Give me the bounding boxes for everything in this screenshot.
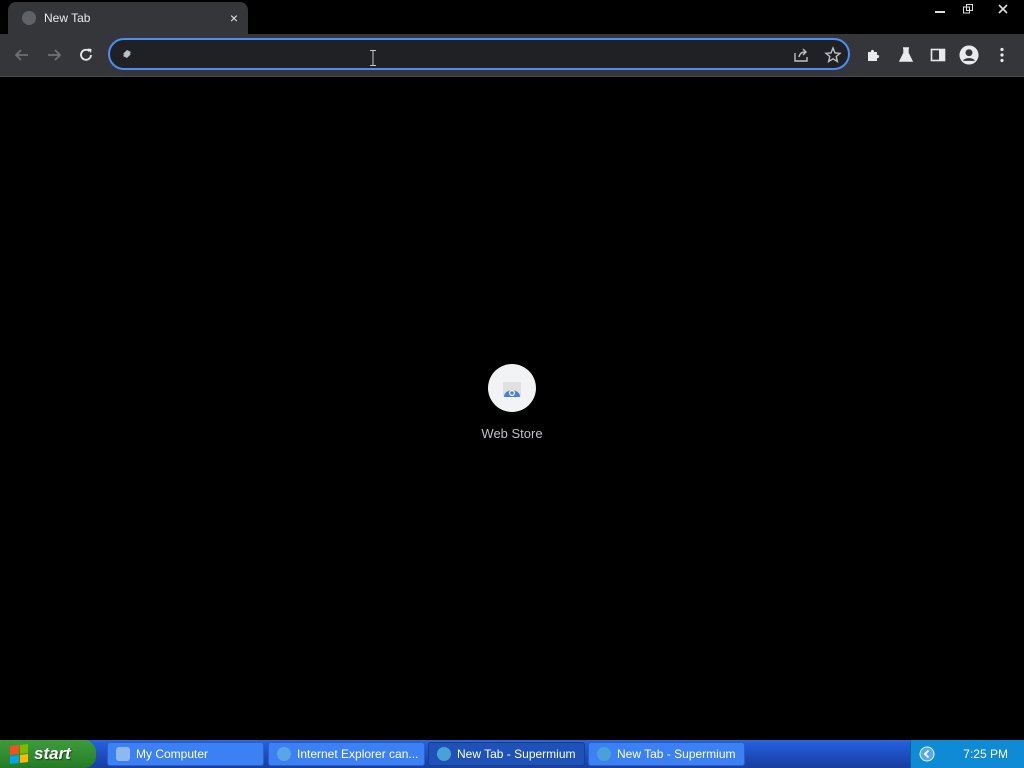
minimize-button[interactable] bbox=[926, 0, 954, 18]
toolbar bbox=[0, 34, 1024, 77]
new-tab-page: Web Store bbox=[0, 77, 1024, 740]
tab-strip: New Tab × bbox=[0, 0, 1024, 34]
share-icon[interactable] bbox=[792, 46, 810, 64]
kebab-menu-icon bbox=[1000, 47, 1004, 63]
restore-icon bbox=[963, 4, 973, 14]
taskbar-item-label: New Tab - Supermium bbox=[617, 747, 736, 761]
shortcut-label: Web Store bbox=[481, 426, 543, 441]
tab-title: New Tab bbox=[44, 11, 91, 25]
chevron-left-icon bbox=[919, 746, 935, 762]
supermium-icon bbox=[597, 747, 611, 761]
tab-close-button[interactable]: × bbox=[230, 11, 238, 25]
windows-logo-icon bbox=[10, 744, 28, 764]
taskbar-item-my-computer[interactable]: My Computer bbox=[107, 742, 264, 766]
puzzle-icon bbox=[868, 49, 880, 61]
shortcut-web-store[interactable]: Web Store bbox=[472, 364, 552, 441]
forward-arrow-icon bbox=[48, 49, 62, 61]
taskbar: start My Computer Internet Explorer can.… bbox=[0, 740, 1024, 768]
side-panel-icon bbox=[930, 48, 946, 62]
address-input[interactable] bbox=[140, 44, 784, 66]
menu-button[interactable] bbox=[992, 45, 1012, 65]
back-arrow-icon bbox=[14, 49, 28, 61]
back-button[interactable] bbox=[10, 43, 34, 67]
computer-icon bbox=[116, 747, 130, 761]
system-tray: 7:25 PM bbox=[910, 740, 1024, 768]
tray-expand-button[interactable] bbox=[919, 746, 935, 762]
shortcut-tile bbox=[488, 364, 536, 412]
minimize-icon bbox=[935, 11, 945, 13]
taskbar-clock[interactable]: 7:25 PM bbox=[963, 747, 1008, 761]
web-store-icon bbox=[503, 382, 521, 397]
restore-button[interactable] bbox=[954, 0, 982, 18]
tab-new-tab[interactable]: New Tab × bbox=[8, 2, 248, 34]
text-cursor-icon bbox=[370, 50, 376, 66]
star-icon[interactable] bbox=[824, 46, 842, 64]
window-close-button[interactable] bbox=[982, 0, 1024, 18]
extensions-button[interactable] bbox=[864, 45, 884, 65]
browser-window: New Tab × Web Store bbox=[0, 0, 1024, 740]
start-button[interactable]: start bbox=[0, 740, 96, 768]
forward-button[interactable] bbox=[42, 43, 66, 67]
site-info-icon bbox=[123, 50, 131, 58]
close-icon bbox=[998, 4, 1008, 14]
supermium-icon bbox=[437, 747, 451, 761]
address-bar[interactable] bbox=[108, 38, 850, 70]
globe-icon bbox=[22, 11, 36, 25]
side-panel-button[interactable] bbox=[928, 45, 948, 65]
profile-button[interactable] bbox=[959, 45, 979, 65]
taskbar-item-supermium[interactable]: New Tab - Supermium bbox=[588, 742, 745, 766]
flask-icon bbox=[898, 47, 914, 62]
reload-icon bbox=[80, 48, 92, 61]
reload-button[interactable] bbox=[74, 43, 98, 67]
taskbar-item-label: Internet Explorer can... bbox=[297, 747, 419, 761]
taskbar-item-label: My Computer bbox=[136, 747, 209, 761]
internet-explorer-icon bbox=[277, 747, 291, 761]
taskbar-item-internet-explorer[interactable]: Internet Explorer can... bbox=[268, 742, 425, 766]
labs-button[interactable] bbox=[896, 45, 916, 65]
taskbar-item-supermium-active[interactable]: New Tab - Supermium bbox=[428, 742, 585, 766]
window-controls bbox=[926, 0, 1024, 18]
profile-icon bbox=[959, 45, 979, 65]
taskbar-item-label: New Tab - Supermium bbox=[457, 747, 576, 761]
start-label: start bbox=[34, 744, 71, 763]
